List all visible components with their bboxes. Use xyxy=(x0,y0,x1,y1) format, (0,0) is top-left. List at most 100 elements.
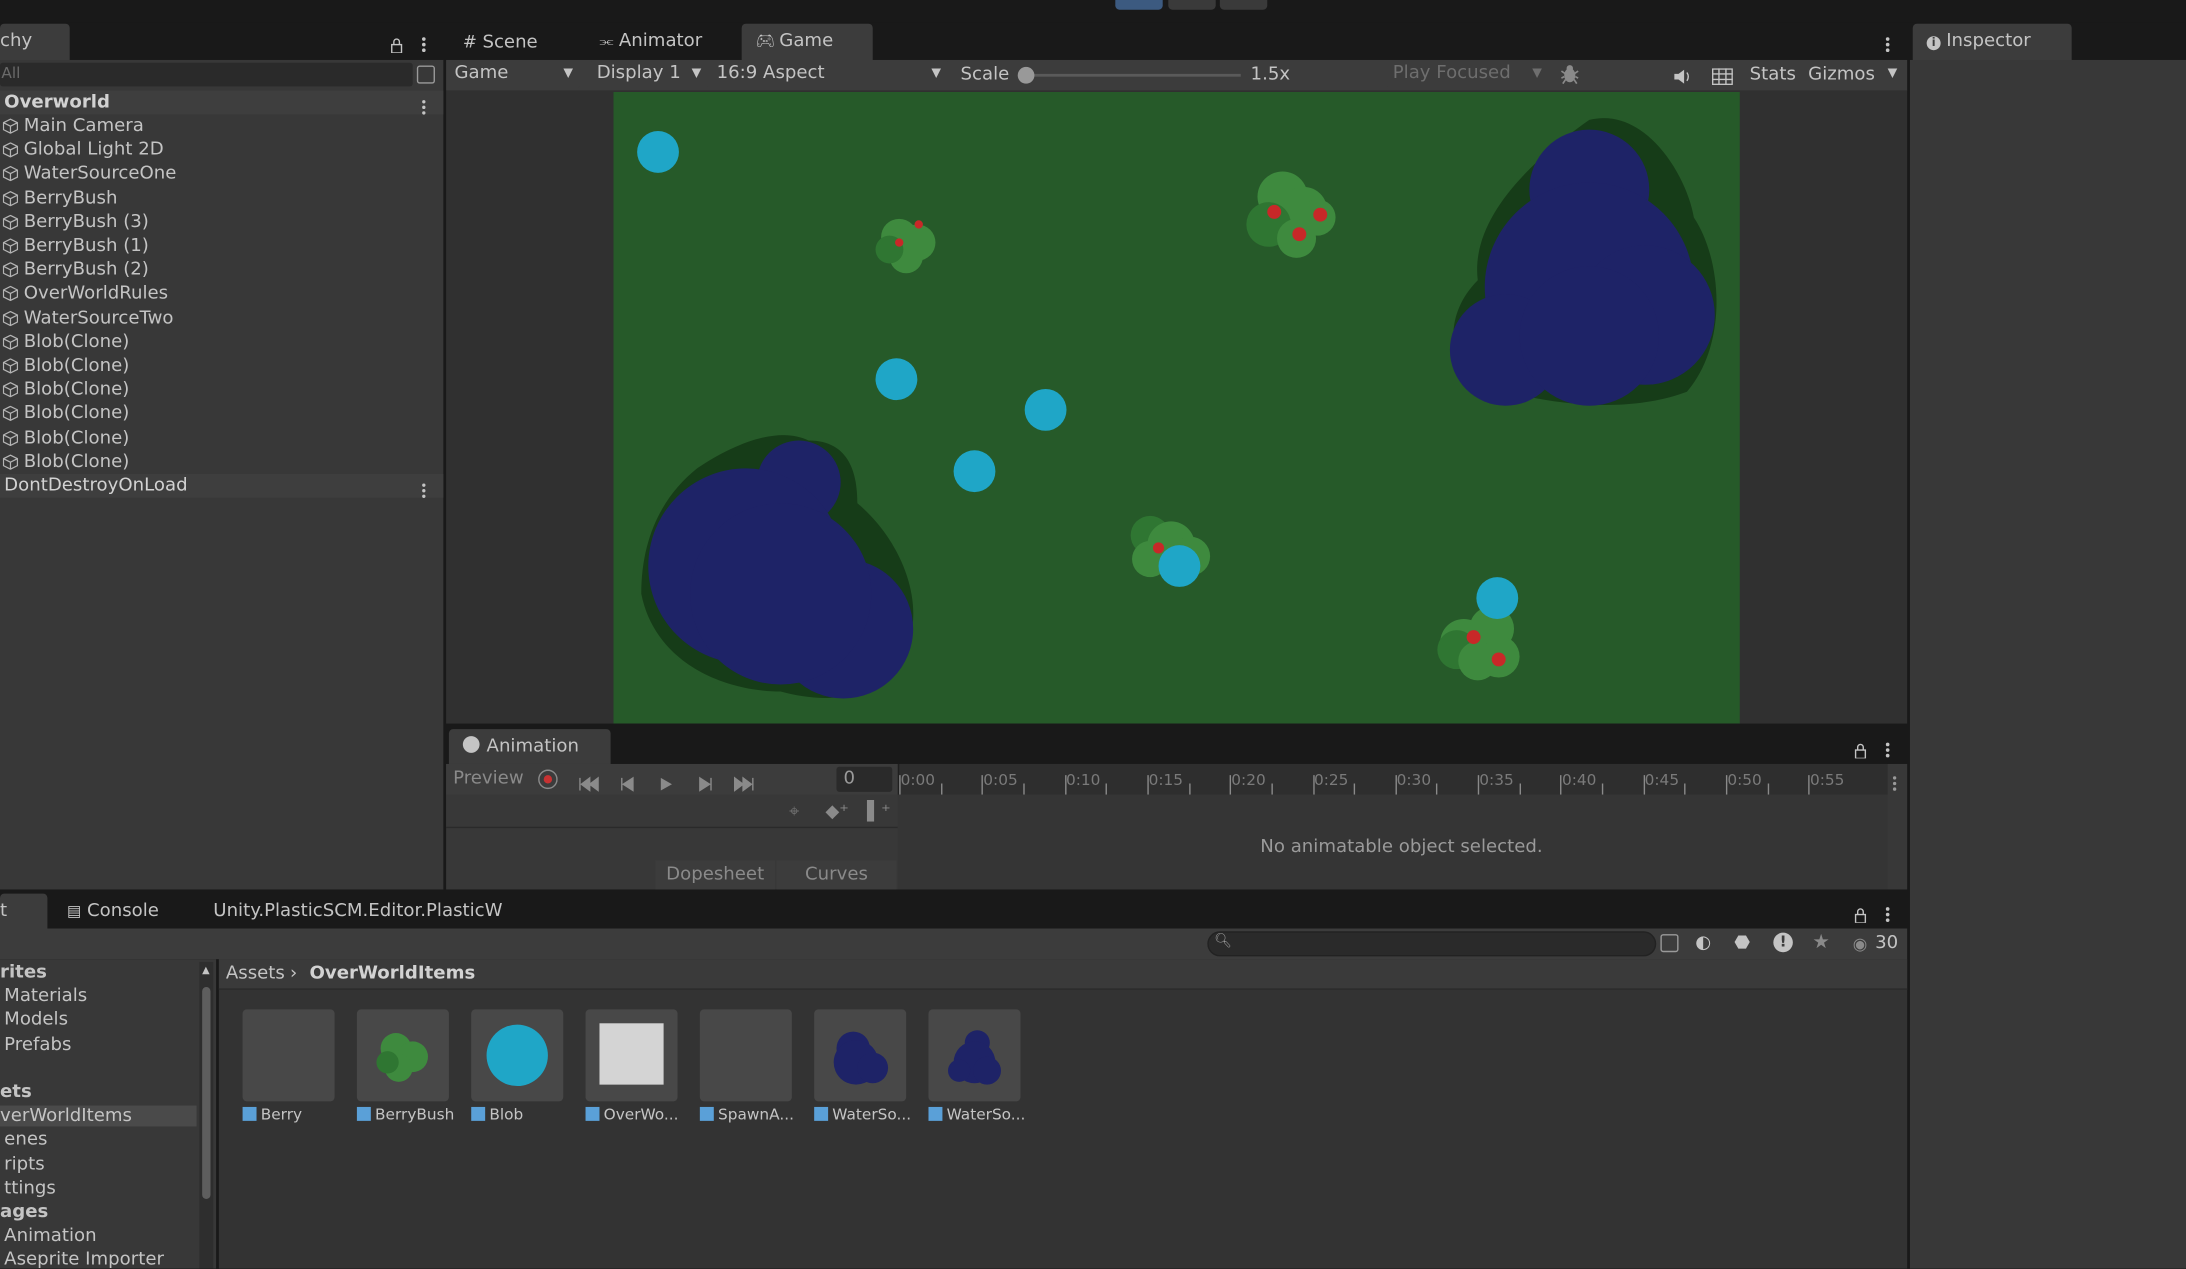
hierarchy-item[interactable]: OverWorldRules xyxy=(0,282,443,306)
hierarchy-item[interactable]: Blob(Clone) xyxy=(0,402,443,426)
project-tree-item[interactable]: ttings xyxy=(4,1178,56,1199)
scene-header[interactable]: Overworld xyxy=(0,90,444,115)
asset-thumbnail xyxy=(356,1009,449,1102)
hierarchy-item[interactable]: Global Light 2D xyxy=(0,138,443,162)
more-icon[interactable] xyxy=(421,32,427,53)
gizmos-button[interactable]: Gizmos xyxy=(1808,64,1875,85)
hierarchy-item[interactable]: Main Camera xyxy=(0,114,443,138)
project-tree-item[interactable]: Aseprite Importer xyxy=(4,1250,164,1269)
prefab-icon xyxy=(585,1106,600,1121)
frame-field[interactable]: 0 xyxy=(836,766,893,792)
gameobject-cube-icon xyxy=(2,214,19,230)
hierarchy-search[interactable]: All xyxy=(0,62,413,87)
project-tree-item[interactable]: ripts xyxy=(4,1154,45,1175)
project-more-icon[interactable] xyxy=(1885,902,1891,928)
hierarchy-item[interactable]: Blob(Clone) xyxy=(0,378,443,402)
timeline-more-icon[interactable] xyxy=(1892,771,1898,797)
play-icon[interactable] xyxy=(658,771,673,797)
timeline-major-tick xyxy=(1808,775,1810,795)
project-tree-item[interactable]: verWorldItems xyxy=(0,1105,197,1127)
warning-icon[interactable]: ! xyxy=(1773,932,1793,953)
scroll-up-icon[interactable]: ▲ xyxy=(202,965,210,976)
dontdestroy-more-icon[interactable] xyxy=(421,478,427,504)
search-filter-icon[interactable] xyxy=(416,65,435,84)
tab-project[interactable]: t xyxy=(0,893,48,929)
hierarchy-item[interactable]: BerryBush (2) xyxy=(0,258,443,282)
animation-tab[interactable]: Animation xyxy=(448,729,611,766)
project-tree-item[interactable]: Animation xyxy=(4,1226,96,1247)
breadcrumb-current[interactable]: OverWorldItems xyxy=(309,963,475,984)
speaker-icon[interactable] xyxy=(1673,64,1693,90)
tree-scrollbar[interactable]: ▲ xyxy=(199,961,214,1269)
project-lock-icon[interactable] xyxy=(1854,902,1867,928)
pause-button[interactable] xyxy=(1168,0,1216,10)
star-icon[interactable]: ★ xyxy=(1812,931,1830,953)
project-tree-item[interactable]: rites xyxy=(0,962,47,983)
hierarchy-item[interactable]: BerryBush (3) xyxy=(0,210,443,234)
filter-by-selection-icon[interactable]: ⌖ xyxy=(789,802,799,823)
play-mode-dropdown[interactable]: Play Focused ▼ xyxy=(1387,59,1549,88)
prev-key-icon[interactable] xyxy=(619,771,636,797)
timeline-major-tick xyxy=(899,775,901,795)
hierarchy-item[interactable]: Blob(Clone) xyxy=(0,450,443,474)
add-keyframe-icon[interactable]: ◆⁺ xyxy=(825,802,849,823)
hierarchy-item[interactable]: Blob(Clone) xyxy=(0,330,443,354)
tree-scroll-thumb[interactable] xyxy=(202,987,211,1199)
game-view[interactable] xyxy=(613,92,1740,724)
first-key-icon[interactable] xyxy=(577,771,599,797)
inspector-tab[interactable]: i Inspector xyxy=(1912,23,2072,60)
hierarchy-item[interactable]: Blob(Clone) xyxy=(0,426,443,450)
label-filter-icon[interactable]: ⬣ xyxy=(1734,933,1750,954)
search-by-type-icon[interactable] xyxy=(1660,934,1679,953)
add-event-icon[interactable]: ▌⁺ xyxy=(867,802,891,823)
tab-game[interactable]: 🎮︎ Game xyxy=(741,23,873,60)
hierarchy-tab[interactable]: chy xyxy=(0,23,70,60)
project-tree-item[interactable]: Prefabs xyxy=(4,1034,71,1055)
dopesheet-button[interactable]: Dopesheet xyxy=(655,860,776,890)
stats-button[interactable]: Stats xyxy=(1750,64,1796,85)
bug-icon[interactable] xyxy=(1559,63,1581,91)
project-tree-item[interactable]: Materials xyxy=(4,986,87,1007)
center-more-icon[interactable] xyxy=(1885,32,1891,58)
hierarchy-item[interactable]: BerryBush xyxy=(0,186,443,210)
tab-scene[interactable]: # Scene xyxy=(449,24,552,60)
aspect-dropdown[interactable]: 16:9 Aspect ▼ xyxy=(711,59,949,88)
scale-slider[interactable] xyxy=(1017,66,1241,84)
project-tree-item[interactable]: ets xyxy=(0,1082,32,1103)
tab-console[interactable]: ▤ Console xyxy=(53,894,173,930)
animation-lock-icon[interactable] xyxy=(1854,737,1867,763)
game-view-dropdown[interactable]: Game ▼ xyxy=(448,59,580,88)
preview-button[interactable]: Preview xyxy=(453,768,524,789)
tab-animator[interactable]: ⫘ Animator xyxy=(586,24,717,60)
hierarchy-item[interactable]: WaterSourceTwo xyxy=(0,306,443,330)
dontdestroy-header[interactable]: DontDestroyOnLoad xyxy=(0,474,444,498)
tab-plastic[interactable]: Unity.PlasticSCM.Editor.PlasticW xyxy=(199,894,516,930)
hierarchy-item[interactable]: BerryBush (1) xyxy=(0,234,443,258)
asset-thumbnail xyxy=(814,1009,907,1102)
filter-type-icon[interactable]: ◐ xyxy=(1695,933,1711,954)
project-tree-item[interactable]: Models xyxy=(4,1010,68,1031)
project-tree-item[interactable]: ages xyxy=(0,1202,48,1223)
display-dropdown[interactable]: Display 1 ▼ xyxy=(591,59,709,88)
project-tree-item[interactable]: enes xyxy=(4,1130,47,1151)
hierarchy-item[interactable]: WaterSourceOne xyxy=(0,162,443,186)
timeline-tick-label: 0:25 xyxy=(1313,770,1349,790)
gizmos-chevron-down-icon[interactable]: ▼ xyxy=(1888,67,1898,81)
lock-icon[interactable] xyxy=(390,32,403,54)
animation-more-icon[interactable] xyxy=(1885,737,1891,763)
curves-button[interactable]: Curves xyxy=(776,860,897,890)
project-search-input[interactable]: 🔍︎ xyxy=(1207,931,1657,957)
hierarchy-item[interactable]: Blob(Clone) xyxy=(0,354,443,378)
hierarchy-item-label: Blob(Clone) xyxy=(23,355,130,377)
breadcrumb-root[interactable]: Assets xyxy=(226,963,285,984)
aspect-dropdown-label: 16:9 Aspect xyxy=(716,62,825,84)
step-button[interactable] xyxy=(1219,0,1268,10)
play-button[interactable] xyxy=(1115,0,1163,10)
next-key-icon[interactable] xyxy=(697,771,714,797)
last-key-icon[interactable] xyxy=(733,771,755,797)
asset-label: Blob xyxy=(471,1106,574,1124)
grid-icon[interactable] xyxy=(1711,64,1733,90)
record-icon[interactable] xyxy=(538,769,558,790)
scale-slider-handle[interactable] xyxy=(1017,66,1035,84)
gamepad-icon: 🎮︎ xyxy=(755,32,776,51)
